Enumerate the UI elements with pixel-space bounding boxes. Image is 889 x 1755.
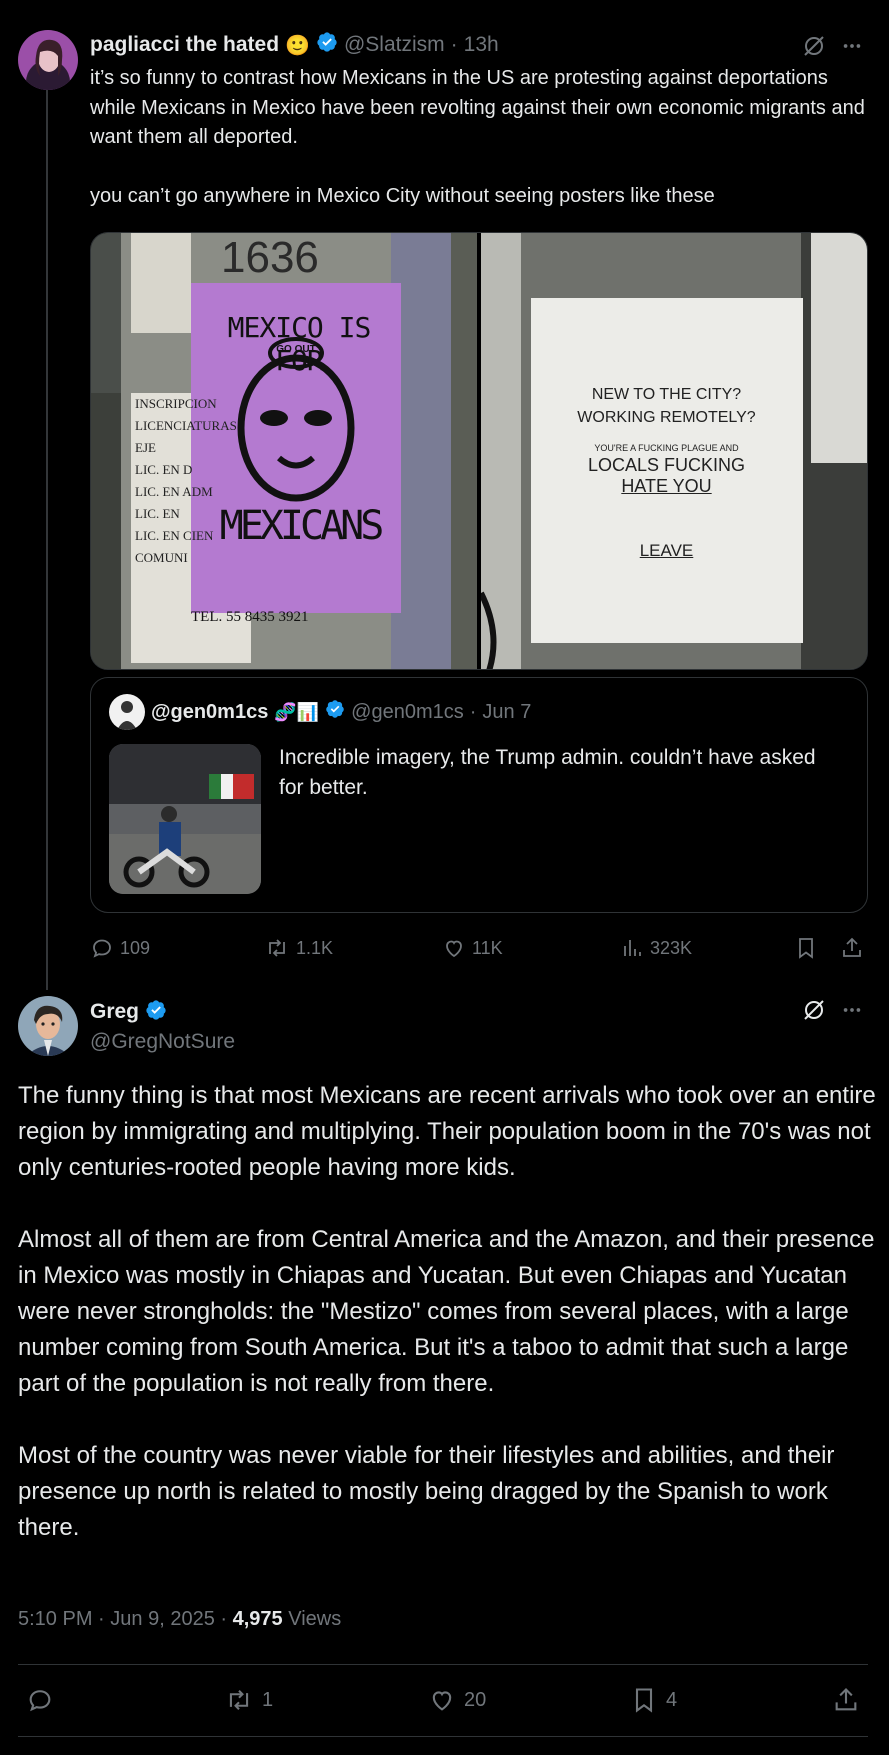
quote-avatar (109, 694, 145, 730)
timestamp[interactable]: 13h (464, 33, 499, 57)
repost-count: 1.1K (296, 937, 334, 958)
flyer-line-4: LOCALS FUCKING (587, 455, 746, 475)
verified-badge-icon (145, 999, 167, 1026)
repost-button[interactable]: 1 (224, 1680, 273, 1720)
flyer-line-6: LEAVE (639, 541, 694, 560)
poster-phone: TEL. 55 8435 3921 (191, 609, 309, 625)
tweet-text-paragraph: Most of the country was never viable for… (18, 1442, 835, 1541)
reply-icon (29, 1690, 51, 1712)
tweet-header: pagliacci the hated 🙂 @Slatzism · 13h (90, 30, 499, 60)
poster-side-line: INSCRIPCION (135, 396, 217, 411)
tweet-text-paragraph: you can’t go anywhere in Mexico City wit… (90, 184, 715, 207)
flyer-line-2: WORKING REMOTELY? (577, 409, 756, 426)
flyer-line-3: YOU'RE A FUCKING PLAGUE AND (594, 443, 739, 453)
media-image-right[interactable]: NEW TO THE CITY? WORKING REMOTELY? YOU'R… (480, 233, 867, 669)
quoted-tweet[interactable]: @gen0m1cs 🧬📊 @gen0m1cs · Jun 7 Incredibl… (90, 677, 868, 913)
bookmark-icon (799, 938, 813, 959)
reply-count: 109 (120, 937, 151, 958)
more-icon[interactable] (838, 996, 866, 1024)
poster-side-line: LIC. EN (135, 506, 180, 521)
bookmark-button[interactable] (794, 930, 818, 966)
like-count: 11K (472, 937, 503, 958)
poster-side-line: LIC. EN D (135, 462, 193, 477)
bookmark-count: 4 (666, 1688, 678, 1711)
poster-side-text: INSCRIPCION LICENCIATURAS EJE LIC. EN D … (135, 393, 237, 569)
thread-line (46, 84, 48, 990)
tweet-actions: 109 1.1K 11K 323K (90, 930, 870, 966)
quote-emojis: 🧬📊 (274, 701, 320, 722)
separator: · (450, 33, 458, 56)
flyer-line-5: HATE YOU (621, 476, 712, 496)
bookmark-button[interactable]: 4 (630, 1680, 677, 1720)
avatar[interactable] (18, 996, 78, 1056)
quote-handle: @gen0m1cs (351, 700, 464, 723)
quote-display-name[interactable]: @gen0m1cs (151, 701, 268, 724)
tweet-header: Greg (90, 996, 167, 1028)
verified-badge-icon (325, 699, 345, 725)
reply-icon (93, 939, 111, 958)
quote-date: Jun 7 (482, 700, 532, 723)
repost-count: 1 (262, 1688, 274, 1711)
repost-icon (229, 1690, 249, 1710)
views-count: 4,975 (232, 1608, 283, 1630)
share-icon (835, 1688, 857, 1711)
poster-top-number: 1636 (221, 233, 319, 282)
flyer-text: NEW TO THE CITY? WORKING REMOTELY? YOU'R… (531, 383, 803, 561)
like-icon (432, 1691, 452, 1711)
emoji: 🙂 (285, 34, 310, 57)
tweet-text-paragraph: Almost all of them are from Central Amer… (18, 1226, 875, 1397)
separator: · (98, 1608, 105, 1630)
separator: · (469, 700, 477, 723)
media-image-left[interactable]: 1636 MEXICO IS FOR GO OUT MEXICANS TEL. … (91, 233, 478, 669)
repost-button[interactable]: 1.1K (264, 930, 333, 966)
views-count: 323K (650, 937, 693, 958)
bookmark-icon (635, 1688, 653, 1713)
quote-text: Incredible imagery, the Trump admin. cou… (279, 746, 816, 799)
display-name[interactable]: pagliacci the hated (90, 33, 279, 57)
quote-thumbnail[interactable] (109, 744, 261, 894)
tweet-actions: 1 20 4 (18, 1680, 868, 1720)
views-button[interactable]: 323K (620, 930, 692, 966)
share-button[interactable] (832, 1680, 860, 1720)
grok-icon[interactable] (800, 32, 828, 60)
display-name[interactable]: Greg (90, 1000, 139, 1024)
like-button[interactable]: 20 (428, 1680, 486, 1720)
tweet-text: The funny thing is that most Mexicans ar… (18, 1078, 878, 1582)
share-icon (843, 937, 861, 957)
poster-side-line: COMUNI (135, 550, 188, 565)
like-icon (446, 940, 462, 958)
grok-icon[interactable] (800, 996, 828, 1024)
like-button[interactable]: 11K (442, 930, 503, 966)
tweet-date[interactable]: Jun 9, 2025 (110, 1608, 215, 1630)
separator: · (220, 1608, 228, 1630)
poster-side-line: LICENCIATURAS EJE (135, 418, 237, 455)
more-icon[interactable] (838, 32, 866, 60)
divider (18, 1664, 868, 1665)
tweet-time[interactable]: 5:10 PM (18, 1608, 92, 1630)
verified-badge-icon (316, 31, 338, 59)
repost-icon (269, 939, 285, 957)
poster-mask-text: GO OUT (276, 344, 316, 355)
tweet-text-paragraph: it’s so funny to contrast how Mexicans i… (90, 67, 865, 148)
poster-side-line: LIC. EN CIEN (135, 528, 214, 543)
tweet-text-paragraph: The funny thing is that most Mexicans ar… (18, 1082, 876, 1181)
views-icon (624, 940, 641, 956)
views-label: Views (288, 1608, 342, 1630)
tweet-text: it’s so funny to contrast how Mexicans i… (90, 64, 870, 211)
share-button[interactable] (840, 930, 864, 966)
divider (18, 1736, 868, 1737)
flyer-line-1: NEW TO THE CITY? (591, 386, 742, 403)
tweet-meta: 5:10 PM · Jun 9, 2025 · 4,975 Views (18, 1608, 341, 1631)
quote-header: @gen0m1cs 🧬📊 @gen0m1cs · Jun 7 (109, 694, 531, 730)
like-count: 20 (464, 1688, 487, 1711)
tweet-media[interactable]: 1636 MEXICO IS FOR GO OUT MEXICANS TEL. … (90, 232, 868, 670)
reply-button[interactable]: 109 (90, 930, 150, 966)
handle[interactable]: @GregNotSure (90, 1030, 235, 1054)
handle[interactable]: @Slatzism (344, 33, 445, 57)
avatar[interactable] (18, 30, 78, 90)
reply-button[interactable] (26, 1680, 54, 1720)
poster-side-line: LIC. EN ADM (135, 484, 213, 499)
